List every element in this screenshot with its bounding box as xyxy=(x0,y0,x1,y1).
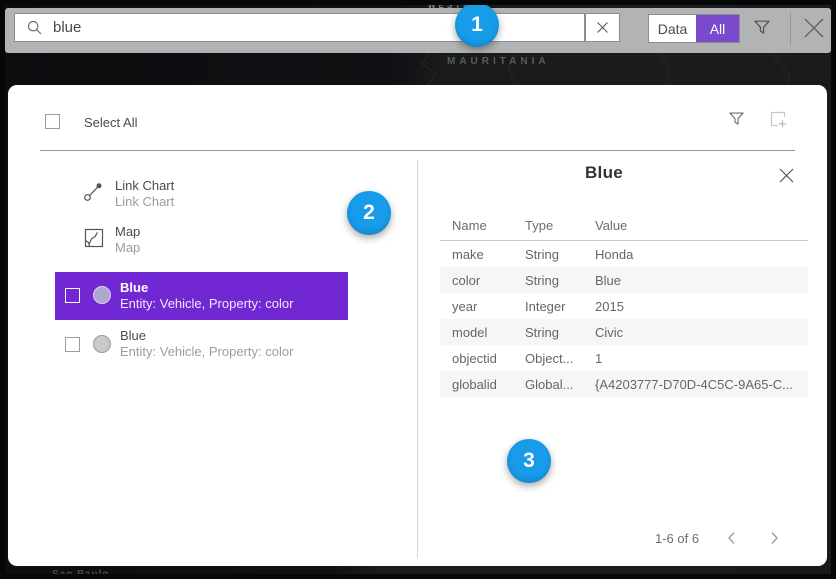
cell-value: 2015 xyxy=(595,299,624,314)
result-title: Blue xyxy=(120,280,293,296)
column-header: Type xyxy=(525,218,553,233)
result-checkbox[interactable] xyxy=(65,288,80,303)
table-row: globalid Global... {A4203777-D70D-4C5C-9… xyxy=(440,371,808,397)
detail-close-icon[interactable] xyxy=(778,167,795,184)
data-all-toggle: Data All xyxy=(648,14,740,43)
header-divider xyxy=(40,150,795,151)
list-detail-divider xyxy=(417,160,418,558)
cell-name: color xyxy=(452,273,480,288)
cell-name: make xyxy=(452,247,484,262)
search-icon xyxy=(27,20,42,35)
result-item-blue-selected[interactable]: Blue Entity: Vehicle, Property: color xyxy=(55,272,348,320)
table-row: make String Honda xyxy=(440,241,808,267)
result-checkbox[interactable] xyxy=(65,337,80,352)
clear-x-icon xyxy=(596,21,609,34)
toggle-option-data[interactable]: Data xyxy=(649,15,696,42)
clear-search-button[interactable] xyxy=(585,13,620,42)
result-title: Blue xyxy=(120,328,293,344)
detail-title: Blue xyxy=(432,163,776,183)
result-item-link-chart[interactable]: Link Chart Link Chart xyxy=(55,174,348,218)
entity-circle-icon xyxy=(93,335,111,353)
table-row: year Integer 2015 xyxy=(440,293,808,319)
cell-type: Integer xyxy=(525,299,565,314)
add-to-selection-icon[interactable] xyxy=(770,111,788,129)
annotation-badge-2: 2 xyxy=(347,191,391,235)
cell-value: {A4203777-D70D-4C5C-9A65-C... xyxy=(595,377,793,392)
cell-name: model xyxy=(452,325,487,340)
search-box[interactable] xyxy=(14,13,585,42)
filter-funnel-icon[interactable] xyxy=(752,17,772,37)
toolbar-divider xyxy=(790,12,791,45)
results-filter-funnel-icon[interactable] xyxy=(728,110,746,128)
annotation-badge-3: 3 xyxy=(507,439,551,483)
pagination-label: 1-6 of 6 xyxy=(655,531,699,546)
cell-name: year xyxy=(452,299,477,314)
search-input[interactable] xyxy=(53,19,493,36)
cell-value: 1 xyxy=(595,351,602,366)
map-label-bottom: Sao Paulo xyxy=(52,569,109,579)
cell-type: Global... xyxy=(525,377,573,392)
table-row: model String Civic xyxy=(440,319,808,345)
cell-name: globalid xyxy=(452,377,497,392)
result-subtitle: Entity: Vehicle, Property: color xyxy=(120,296,293,312)
select-all-checkbox[interactable] xyxy=(45,114,60,129)
cell-type: String xyxy=(525,325,559,340)
column-header: Value xyxy=(595,218,627,233)
cell-value: Civic xyxy=(595,325,623,340)
app-screen: WESTER MAURITANIA Sao Paulo Data All xyxy=(0,0,836,579)
cell-type: String xyxy=(525,247,559,262)
result-subtitle: Map xyxy=(115,240,140,256)
properties-table: Name Type Value make String Honda color … xyxy=(440,214,808,397)
results-panel: Select All Link Chart Link Chart Map xyxy=(8,85,827,566)
cell-type: Object... xyxy=(525,351,573,366)
pagination-prev-icon[interactable] xyxy=(726,530,748,548)
cell-value: Honda xyxy=(595,247,633,262)
table-header-row: Name Type Value xyxy=(440,214,808,241)
cell-value: Blue xyxy=(595,273,621,288)
search-toolbar: Data All xyxy=(5,8,831,53)
map-icon xyxy=(84,228,104,253)
select-all-label: Select All xyxy=(84,115,137,130)
result-item-blue[interactable]: Blue Entity: Vehicle, Property: color xyxy=(55,322,348,368)
pagination-next-icon[interactable] xyxy=(768,530,790,548)
table-row: objectid Object... 1 xyxy=(440,345,808,371)
result-item-map[interactable]: Map Map xyxy=(55,220,348,264)
cell-type: String xyxy=(525,273,559,288)
result-title: Link Chart xyxy=(115,178,174,194)
link-chart-icon xyxy=(83,180,105,207)
entity-circle-icon xyxy=(93,286,111,304)
annotation-badge-1: 1 xyxy=(455,3,499,47)
result-subtitle: Link Chart xyxy=(115,194,174,210)
toggle-option-all[interactable]: All xyxy=(696,15,739,42)
close-search-icon[interactable] xyxy=(801,15,827,41)
column-header: Name xyxy=(452,218,487,233)
cell-name: objectid xyxy=(452,351,497,366)
result-title: Map xyxy=(115,224,140,240)
result-subtitle: Entity: Vehicle, Property: color xyxy=(120,344,293,360)
map-label-mauritania: MAURITANIA xyxy=(447,56,550,67)
table-row: color String Blue xyxy=(440,267,808,293)
